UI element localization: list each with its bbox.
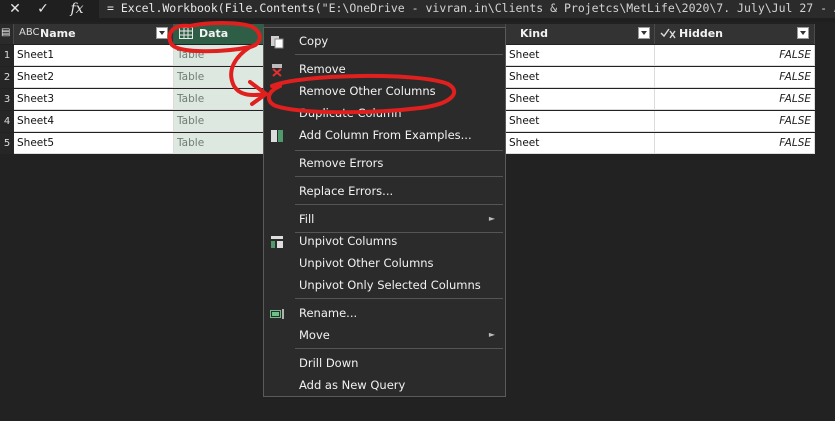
column-header-kind[interactable]: Kind [506, 24, 655, 44]
cell-hidden[interactable]: FALSE [655, 89, 815, 110]
table-menu-icon[interactable]: ▤ [0, 24, 14, 44]
row-number: 3 [0, 89, 14, 110]
cell-name[interactable]: Sheet5 [14, 133, 174, 154]
column-header-hidden[interactable]: Hidden [655, 24, 815, 44]
menu-item-remove[interactable]: Remove [264, 58, 505, 80]
table-type-icon [179, 27, 193, 42]
cancel-icon[interactable]: ✕ [0, 0, 30, 18]
column-header-label: Name [40, 27, 76, 40]
unpivot-icon [270, 234, 284, 248]
filter-dropdown-icon[interactable] [156, 27, 168, 39]
cell-name[interactable]: Sheet1 [14, 45, 174, 66]
row-number: 1 [0, 45, 14, 66]
fx-icon[interactable]: fx [62, 0, 92, 18]
menu-separator [295, 204, 503, 205]
submenu-arrow-icon: ► [488, 214, 495, 223]
menu-item-unpivot-columns[interactable]: Unpivot Columns [264, 230, 505, 252]
menu-separator [295, 54, 503, 55]
cell-name[interactable]: Sheet3 [14, 89, 174, 110]
filter-dropdown-icon[interactable] [638, 27, 650, 39]
menu-item-unpivot-other-columns[interactable]: Unpivot Other Columns [264, 252, 505, 274]
column-header-name[interactable]: ABC Name [14, 24, 174, 44]
formula-input[interactable]: = Excel.Workbook(File.Contents("E:\OneDr… [99, 0, 835, 18]
copy-icon [270, 34, 284, 49]
cell-hidden[interactable]: FALSE [655, 111, 815, 132]
cell-hidden[interactable]: FALSE [655, 67, 815, 88]
examples-icon [270, 128, 284, 142]
menu-separator [295, 298, 503, 299]
cell-hidden[interactable]: FALSE [655, 133, 815, 154]
cell-kind[interactable]: Sheet [506, 45, 655, 66]
column-header-label: Hidden [679, 27, 724, 40]
row-number: 2 [0, 67, 14, 88]
cell-kind[interactable]: Sheet [506, 89, 655, 110]
logical-type-icon [660, 27, 676, 42]
column-header-label: Kind [520, 27, 548, 40]
submenu-arrow-icon: ► [488, 330, 495, 339]
menu-item-add-column-from-examples[interactable]: Add Column From Examples... [264, 124, 505, 146]
menu-item-replace-errors[interactable]: Replace Errors... [264, 180, 505, 202]
text-type-icon: ABC [19, 27, 40, 38]
menu-item-duplicate-column[interactable]: Duplicate Column [264, 102, 505, 124]
menu-item-move[interactable]: Move ► [264, 324, 505, 346]
cell-data[interactable]: Table [174, 67, 264, 88]
filter-dropdown-icon[interactable] [797, 27, 809, 39]
menu-item-remove-errors[interactable]: Remove Errors [264, 152, 505, 174]
cell-kind[interactable]: Sheet [506, 133, 655, 154]
cell-kind[interactable]: Sheet [506, 67, 655, 88]
formula-bar: ✕ ✓ fx = Excel.Workbook(File.Contents("E… [0, 0, 835, 22]
row-number: 4 [0, 111, 14, 132]
column-header-label: Data [199, 27, 229, 40]
menu-item-rename[interactable]: Rename... [264, 302, 505, 324]
cell-data[interactable]: Table [174, 45, 264, 66]
menu-separator [295, 150, 503, 151]
cell-kind[interactable]: Sheet [506, 111, 655, 132]
row-number: 5 [0, 133, 14, 154]
menu-item-add-as-new-query[interactable]: Add as New Query [264, 374, 505, 396]
menu-item-fill[interactable]: Fill ► [264, 208, 505, 230]
column-header-data[interactable]: Data [174, 24, 264, 44]
cell-name[interactable]: Sheet2 [14, 67, 174, 88]
confirm-icon[interactable]: ✓ [28, 0, 58, 18]
formula-path: "E:\OneDrive - vivran.in\Clients & Proje… [321, 1, 835, 15]
rename-icon [270, 306, 284, 320]
menu-item-unpivot-only-selected[interactable]: Unpivot Only Selected Columns [264, 274, 505, 296]
cell-data[interactable]: Table [174, 111, 264, 132]
cell-data[interactable]: Table [174, 89, 264, 110]
formula-prefix: = Excel.Workbook(File.Contents( [107, 1, 322, 15]
remove-icon [270, 62, 284, 77]
menu-separator [295, 176, 503, 177]
context-menu: Copy Remove Remove Other Columns Duplica… [263, 27, 506, 397]
menu-item-remove-other-columns[interactable]: Remove Other Columns [264, 80, 505, 102]
cell-data[interactable]: Table [174, 133, 264, 154]
menu-item-drill-down[interactable]: Drill Down [264, 352, 505, 374]
cell-hidden[interactable]: FALSE [655, 45, 815, 66]
menu-item-copy[interactable]: Copy [264, 30, 505, 52]
cell-name[interactable]: Sheet4 [14, 111, 174, 132]
menu-separator [295, 348, 503, 349]
